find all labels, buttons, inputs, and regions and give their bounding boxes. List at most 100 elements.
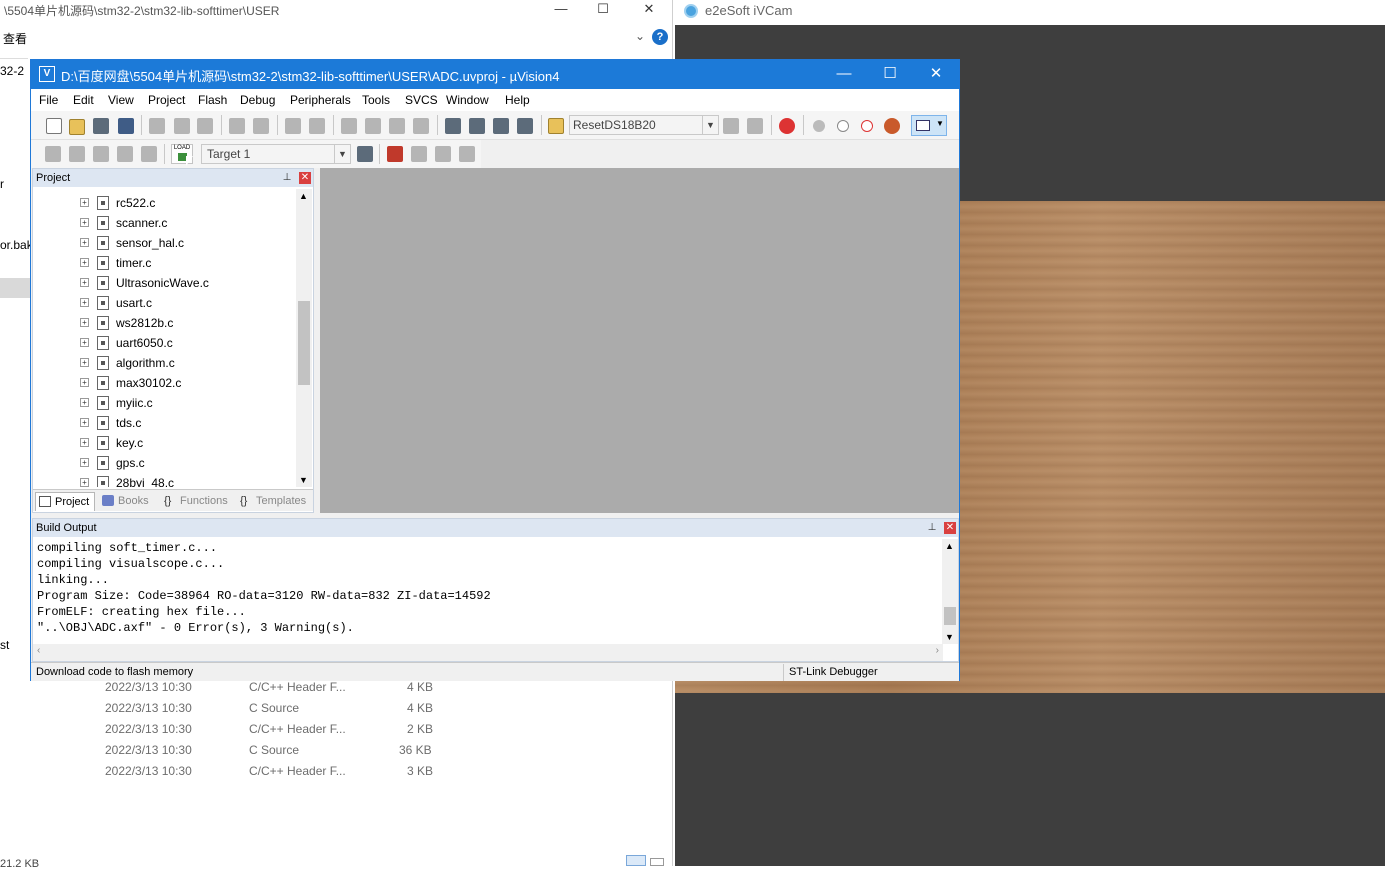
clear-bookmarks-icon[interactable] (413, 118, 429, 134)
navigate-back-icon[interactable] (285, 118, 301, 134)
rebuild-icon[interactable] (93, 146, 109, 162)
build-output-vscrollbar[interactable]: ▲ ▼ (942, 539, 958, 644)
menu-edit[interactable]: Edit (73, 93, 94, 107)
selected-row-fragment[interactable] (0, 278, 30, 298)
tree-file-item[interactable]: + algorithm.c (80, 354, 295, 374)
menu-view[interactable]: View (108, 93, 134, 107)
nav-fragment[interactable]: 32-2 (0, 64, 24, 78)
tree-file-item[interactable]: + tds.c (80, 414, 295, 434)
tree-file-item[interactable]: + max30102.c (80, 374, 295, 394)
save-all-icon[interactable] (118, 118, 134, 134)
build-icon[interactable] (69, 146, 85, 162)
expand-icon[interactable]: + (80, 458, 89, 467)
paste-icon[interactable] (197, 118, 213, 134)
expand-icon[interactable]: + (80, 438, 89, 447)
ribbon-expand-chevron-icon[interactable]: ⌄ (635, 29, 645, 43)
cut-icon[interactable] (149, 118, 165, 134)
stop-build-icon[interactable] (141, 146, 157, 162)
undo-icon[interactable] (229, 118, 245, 134)
translate-icon[interactable] (45, 146, 61, 162)
file-row[interactable]: 2022/3/13 10:30 C Source 4 KB (105, 701, 445, 722)
disable-breakpoints-icon[interactable] (861, 120, 873, 132)
uncomment-icon[interactable] (517, 118, 533, 134)
prev-bookmark-icon[interactable] (365, 118, 381, 134)
tab-functions[interactable]: {} Functions (161, 492, 233, 511)
menu-window[interactable]: Window (446, 93, 489, 107)
find-icon[interactable] (723, 118, 739, 134)
unindent-icon[interactable] (469, 118, 485, 134)
manage-components-icon[interactable] (411, 146, 427, 162)
scroll-up-icon[interactable]: ▲ (945, 541, 954, 551)
tree-file-item[interactable]: + uart6050.c (80, 334, 295, 354)
find-combo[interactable]: ResetDS18B20 ▼ (569, 115, 719, 135)
tree-file-item[interactable]: + UltrasonicWave.c (80, 274, 295, 294)
bookmark-icon[interactable] (341, 118, 357, 134)
expand-icon[interactable]: + (80, 318, 89, 327)
tree-file-item[interactable]: + myiic.c (80, 394, 295, 414)
scroll-left-icon[interactable]: ‹ (37, 645, 40, 656)
expand-icon[interactable]: + (80, 338, 89, 347)
large-icons-view-icon[interactable] (650, 858, 664, 866)
project-tree-scrollbar[interactable]: ▲ ▼ (296, 189, 312, 487)
insert-breakpoint-icon[interactable] (813, 120, 825, 132)
start-debug-icon[interactable] (779, 118, 795, 134)
tree-file-item[interactable]: + usart.c (80, 294, 295, 314)
redo-icon[interactable] (253, 118, 269, 134)
pin-icon[interactable]: ⊥ (281, 172, 293, 184)
enable-breakpoint-icon[interactable] (837, 120, 849, 132)
menu-help[interactable]: Help (505, 93, 530, 107)
expand-icon[interactable]: + (80, 218, 89, 227)
menu-svcs[interactable]: SVCS (405, 93, 438, 107)
expand-icon[interactable]: + (80, 378, 89, 387)
close-button[interactable]: ✕ (913, 60, 959, 89)
build-output-hscrollbar[interactable]: ‹ › (33, 644, 943, 661)
close-icon[interactable]: ✕ (299, 172, 311, 184)
scroll-down-icon[interactable]: ▼ (945, 632, 954, 642)
indent-icon[interactable] (445, 118, 461, 134)
target-options-icon[interactable] (357, 146, 373, 162)
tree-file-item[interactable]: + rc522.c (80, 194, 295, 214)
expand-icon[interactable]: + (80, 258, 89, 267)
find-in-files-icon[interactable] (548, 118, 564, 134)
nav-fragment[interactable]: st (0, 638, 9, 652)
menu-debug[interactable]: Debug (240, 93, 275, 107)
help-icon[interactable]: ? (652, 29, 668, 45)
nav-fragment[interactable]: r (0, 177, 4, 191)
editor-area[interactable] (320, 168, 959, 513)
tree-file-item[interactable]: + sensor_hal.c (80, 234, 295, 254)
open-file-icon[interactable] (69, 119, 85, 135)
target-select[interactable]: Target 1 ▼ (201, 144, 351, 164)
select-packs-icon[interactable] (435, 146, 451, 162)
maximize-button[interactable]: ☐ (867, 60, 913, 89)
expand-icon[interactable]: + (80, 238, 89, 247)
tree-file-item[interactable]: + scanner.c (80, 214, 295, 234)
minimize-button[interactable]: — (821, 60, 867, 89)
comment-icon[interactable] (493, 118, 509, 134)
tree-file-item[interactable]: +28byj_48.c (80, 474, 295, 487)
tree-file-item[interactable]: + key.c (80, 434, 295, 454)
tab-books[interactable]: Books (99, 492, 155, 511)
chevron-down-icon[interactable]: ▼ (702, 116, 718, 134)
tree-file-item[interactable]: + ws2812b.c (80, 314, 295, 334)
expand-icon[interactable]: + (80, 418, 89, 427)
tree-file-item[interactable]: + timer.c (80, 254, 295, 274)
file-row[interactable]: 2022/3/13 10:30 C/C++ Header F... 3 KB (105, 764, 445, 785)
explorer-close-button[interactable]: ✕ (626, 0, 672, 24)
nav-fragment[interactable]: or.bak (0, 238, 33, 252)
expand-icon[interactable]: + (80, 358, 89, 367)
scroll-up-icon[interactable]: ▲ (299, 191, 308, 201)
window-layout-button[interactable]: ▼ (911, 115, 947, 136)
pin-icon[interactable]: ⊥ (926, 522, 938, 534)
expand-icon[interactable]: + (80, 198, 89, 207)
tab-project[interactable]: Project (35, 492, 95, 511)
ribbon-view-tab[interactable]: 查看 (3, 30, 27, 47)
navigate-forward-icon[interactable] (309, 118, 325, 134)
file-row[interactable]: 2022/3/13 10:30 C/C++ Header F... 4 KB (105, 680, 445, 701)
file-extensions-icon[interactable] (387, 146, 403, 162)
scroll-right-icon[interactable]: › (936, 645, 939, 656)
kill-breakpoints-icon[interactable] (884, 118, 900, 134)
chevron-down-icon[interactable]: ▼ (334, 145, 350, 163)
next-bookmark-icon[interactable] (389, 118, 405, 134)
details-view-icon[interactable] (626, 855, 646, 866)
batch-build-icon[interactable] (117, 146, 133, 162)
